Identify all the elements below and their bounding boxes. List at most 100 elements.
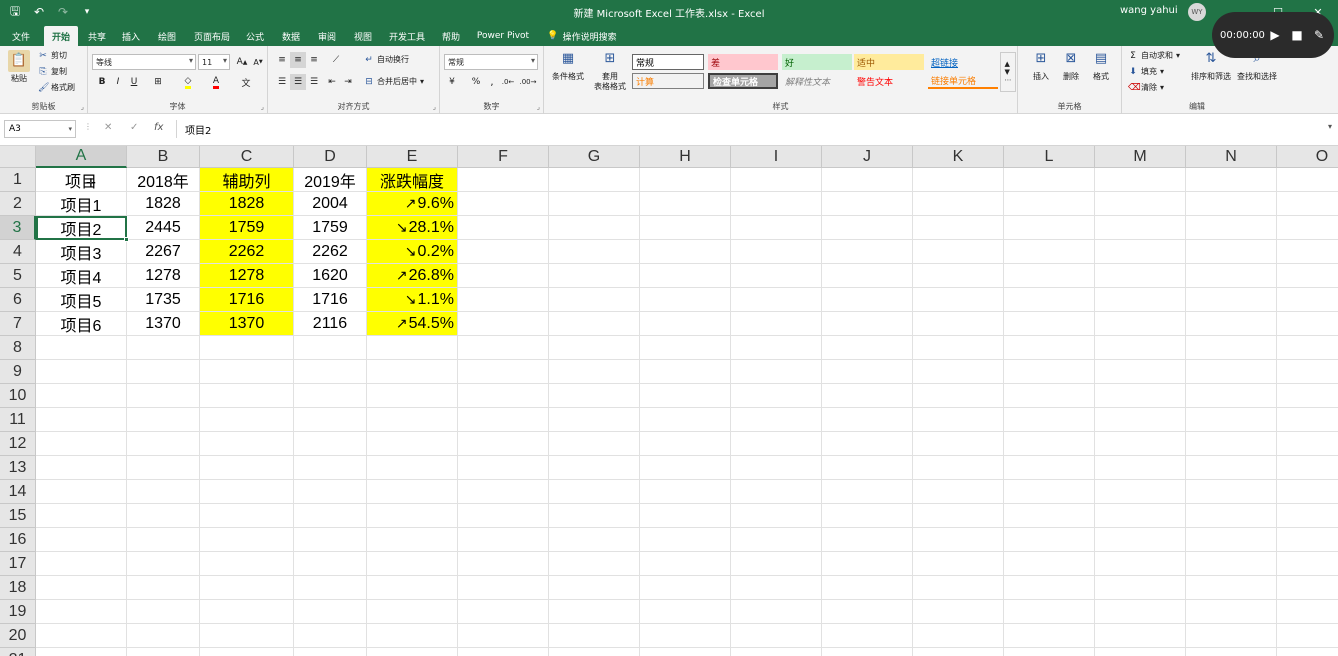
cell-i7[interactable] <box>731 312 822 336</box>
column-header-g[interactable]: G <box>549 146 640 168</box>
cell-m11[interactable] <box>1095 408 1186 432</box>
cell-e14[interactable] <box>367 480 458 504</box>
cell-e15[interactable] <box>367 504 458 528</box>
cell-a1[interactable]: 项目 <box>36 168 127 192</box>
cell-h16[interactable] <box>640 528 731 552</box>
format-as-table-button[interactable]: ⊞ 套用 表格格式 <box>588 48 632 92</box>
bold-button[interactable]: B <box>94 74 110 90</box>
cell-f2[interactable] <box>458 192 549 216</box>
cell-m21[interactable] <box>1095 648 1186 656</box>
tab-help[interactable]: 帮助 <box>436 26 466 46</box>
cell-e21[interactable] <box>367 648 458 656</box>
tab-file[interactable]: 文件 <box>6 26 36 46</box>
cell-e6[interactable]: ↘ 1.1% <box>367 288 458 312</box>
row-header-1[interactable]: 1 <box>0 168 36 192</box>
cell-i18[interactable] <box>731 576 822 600</box>
row-header-7[interactable]: 7 <box>0 312 36 336</box>
cell-i3[interactable] <box>731 216 822 240</box>
row-header-5[interactable]: 5 <box>0 264 36 288</box>
row-header-18[interactable]: 18 <box>0 576 36 600</box>
cell-h12[interactable] <box>640 432 731 456</box>
cell-e17[interactable] <box>367 552 458 576</box>
cell-b1[interactable]: 2018年 <box>127 168 200 192</box>
cell-j13[interactable] <box>822 456 913 480</box>
cell-b20[interactable] <box>127 624 200 648</box>
tab-draw[interactable]: 绘图 <box>152 26 182 46</box>
cell-b4[interactable]: 2267 <box>127 240 200 264</box>
cell-i2[interactable] <box>731 192 822 216</box>
cell-j1[interactable] <box>822 168 913 192</box>
cell-e1[interactable]: 涨跌幅度 <box>367 168 458 192</box>
style-warning[interactable]: 警告文本 <box>854 73 924 89</box>
avatar[interactable]: WY <box>1188 3 1206 21</box>
cell-a9[interactable] <box>36 360 127 384</box>
cell-b5[interactable]: 1278 <box>127 264 200 288</box>
cell-d5[interactable]: 1620 <box>294 264 367 288</box>
pen-icon[interactable]: ✎ <box>1308 24 1330 46</box>
cell-g17[interactable] <box>549 552 640 576</box>
cell-g16[interactable] <box>549 528 640 552</box>
cell-b9[interactable] <box>127 360 200 384</box>
user-name[interactable]: wang yahui <box>1120 5 1178 16</box>
column-header-b[interactable]: B <box>127 146 200 168</box>
column-header-m[interactable]: M <box>1095 146 1186 168</box>
column-header-i[interactable]: I <box>731 146 822 168</box>
cell-h4[interactable] <box>640 240 731 264</box>
cell-g11[interactable] <box>549 408 640 432</box>
cell-l13[interactable] <box>1004 456 1095 480</box>
cell-c10[interactable] <box>200 384 294 408</box>
cell-h14[interactable] <box>640 480 731 504</box>
cell-c13[interactable] <box>200 456 294 480</box>
cell-m7[interactable] <box>1095 312 1186 336</box>
cell-n9[interactable] <box>1186 360 1277 384</box>
cell-k4[interactable] <box>913 240 1004 264</box>
align-right-icon[interactable]: ☰ <box>306 74 322 90</box>
cell-e2[interactable]: ↗ 9.6% <box>367 192 458 216</box>
cell-n8[interactable] <box>1186 336 1277 360</box>
cell-l19[interactable] <box>1004 600 1095 624</box>
cell-d18[interactable] <box>294 576 367 600</box>
cell-c3[interactable]: 1759 <box>200 216 294 240</box>
style-check-cell[interactable]: 检查单元格 <box>708 73 778 89</box>
row-header-14[interactable]: 14 <box>0 480 36 504</box>
cell-m3[interactable] <box>1095 216 1186 240</box>
cell-f17[interactable] <box>458 552 549 576</box>
cell-a13[interactable] <box>36 456 127 480</box>
column-header-o[interactable]: O <box>1277 146 1338 168</box>
cell-d12[interactable] <box>294 432 367 456</box>
percent-icon[interactable]: % <box>468 74 484 90</box>
cell-n10[interactable] <box>1186 384 1277 408</box>
cell-l14[interactable] <box>1004 480 1095 504</box>
cell-i13[interactable] <box>731 456 822 480</box>
cell-h1[interactable] <box>640 168 731 192</box>
cell-k12[interactable] <box>913 432 1004 456</box>
cell-a14[interactable] <box>36 480 127 504</box>
column-header-d[interactable]: D <box>294 146 367 168</box>
wrap-text-button[interactable]: ↵ 自动换行 <box>364 54 409 65</box>
row-header-19[interactable]: 19 <box>0 600 36 624</box>
cell-j9[interactable] <box>822 360 913 384</box>
fill-handle[interactable] <box>124 237 129 242</box>
cell-n11[interactable] <box>1186 408 1277 432</box>
cell-c16[interactable] <box>200 528 294 552</box>
cell-b7[interactable]: 1370 <box>127 312 200 336</box>
cell-c18[interactable] <box>200 576 294 600</box>
row-header-15[interactable]: 15 <box>0 504 36 528</box>
row-header-11[interactable]: 11 <box>0 408 36 432</box>
cell-d14[interactable] <box>294 480 367 504</box>
cell-m9[interactable] <box>1095 360 1186 384</box>
font-launcher-icon[interactable]: ⌟ <box>261 103 264 111</box>
column-header-e[interactable]: E <box>367 146 458 168</box>
cell-n4[interactable] <box>1186 240 1277 264</box>
row-header-17[interactable]: 17 <box>0 552 36 576</box>
cell-g9[interactable] <box>549 360 640 384</box>
increase-font-icon[interactable]: A ▲ <box>234 54 250 70</box>
cell-h13[interactable] <box>640 456 731 480</box>
cell-j17[interactable] <box>822 552 913 576</box>
row-header-12[interactable]: 12 <box>0 432 36 456</box>
cell-m1[interactable] <box>1095 168 1186 192</box>
decrease-font-icon[interactable]: A ▼ <box>250 54 266 70</box>
cell-e16[interactable] <box>367 528 458 552</box>
cell-n7[interactable] <box>1186 312 1277 336</box>
cell-l10[interactable] <box>1004 384 1095 408</box>
